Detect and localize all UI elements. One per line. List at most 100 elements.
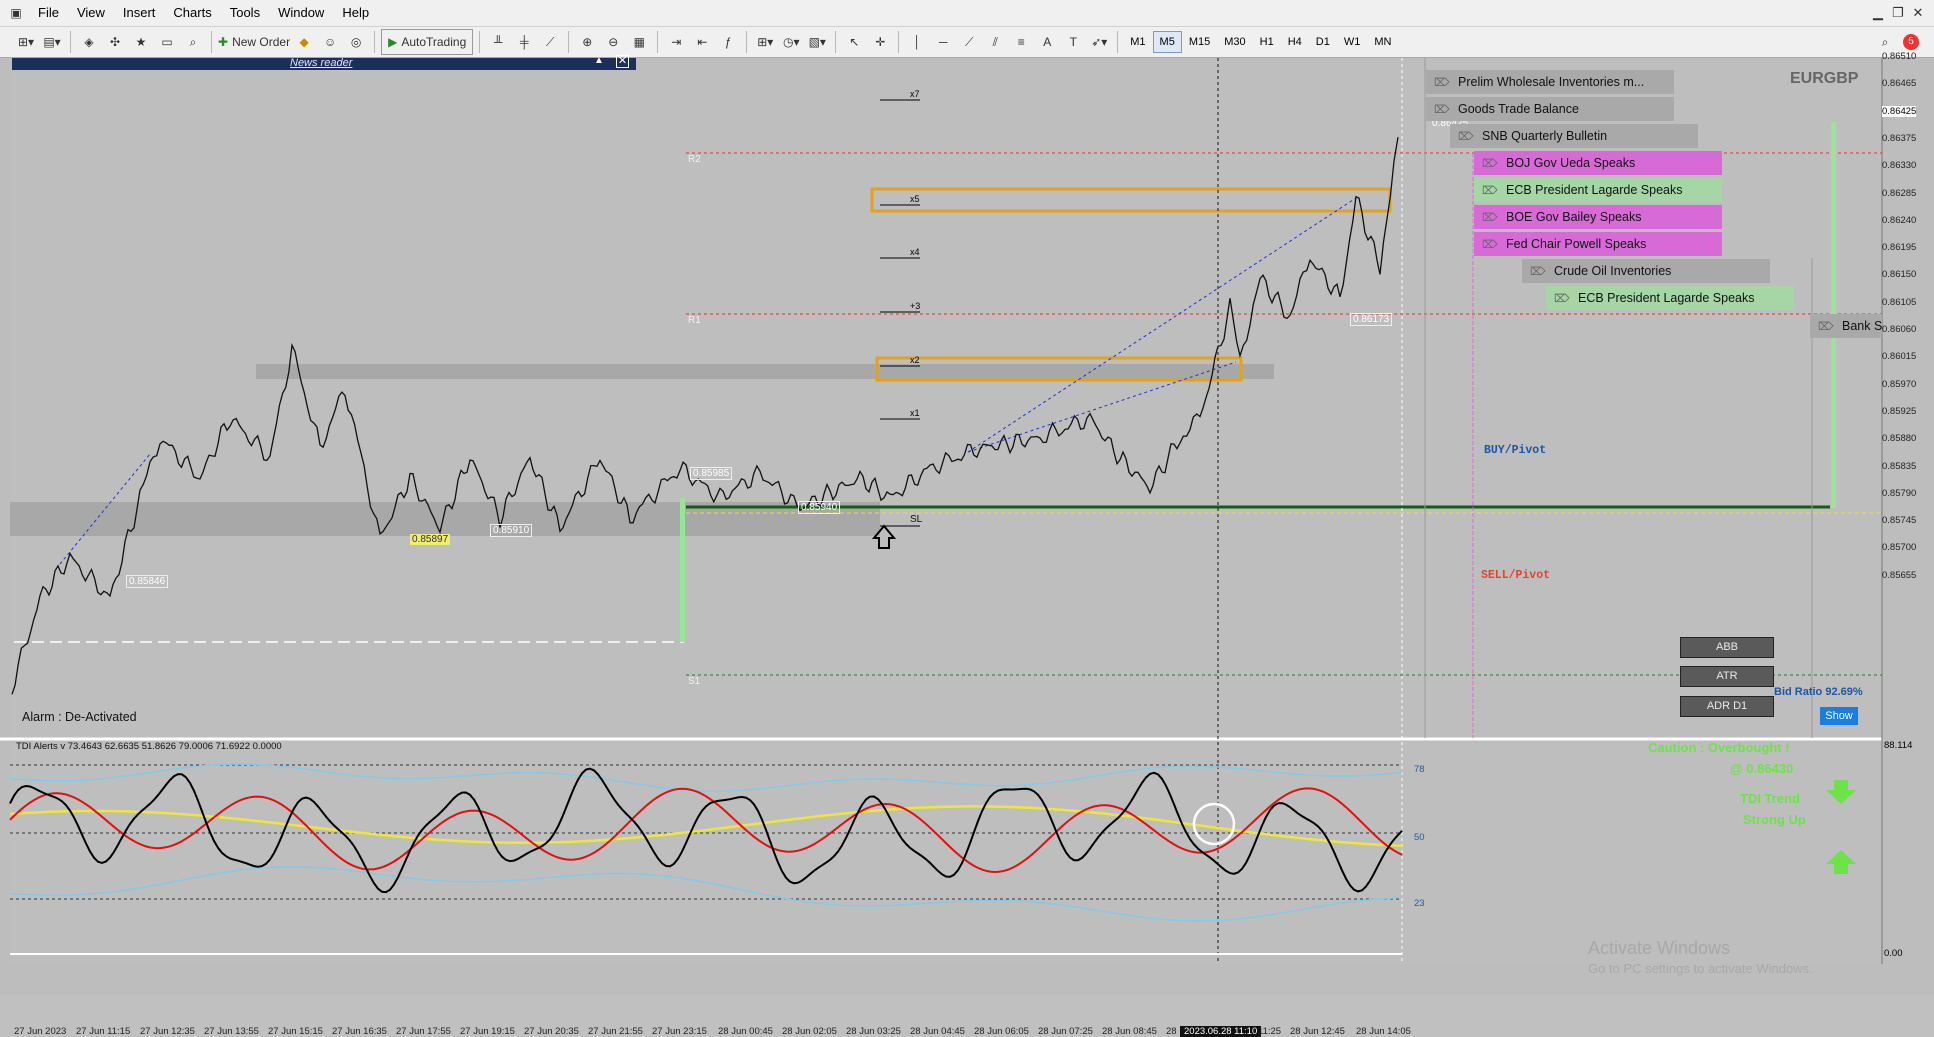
- target-label: x5: [910, 194, 920, 204]
- timeframe-w1[interactable]: W1: [1337, 31, 1368, 53]
- arrows-icon[interactable]: ➶▾: [1087, 30, 1111, 54]
- bar-chart-icon[interactable]: ╨: [486, 30, 510, 54]
- candlestick-icon[interactable]: ╪: [512, 30, 536, 54]
- show-button[interactable]: Show: [1820, 707, 1858, 725]
- r1-label: R1: [688, 315, 701, 326]
- minimize-icon[interactable]: ▁: [1868, 3, 1888, 23]
- event-item[interactable]: ⌦ Prelim Wholesale Inventories m...: [1426, 70, 1674, 94]
- templates-icon[interactable]: ▧▾: [805, 30, 829, 54]
- menu-window[interactable]: Window: [269, 0, 333, 26]
- horizontal-line-icon[interactable]: ─: [931, 30, 955, 54]
- price-axis-label: 0.86060: [1882, 324, 1917, 335]
- event-item[interactable]: ⌦ BOJ Gov Ueda Speaks: [1474, 151, 1722, 175]
- news-icon: ⌦: [1482, 185, 1498, 197]
- cursor-icon[interactable]: ↖: [842, 30, 866, 54]
- metaeditor-icon[interactable]: ◆: [292, 30, 316, 54]
- event-item[interactable]: ⌦ Goods Trade Balance: [1426, 97, 1674, 121]
- sl-label: SL: [910, 514, 923, 525]
- new-chart-icon[interactable]: ⊞▾: [14, 30, 38, 54]
- close-icon[interactable]: ✕: [1908, 3, 1928, 23]
- timeframe-mn[interactable]: MN: [1367, 31, 1398, 53]
- atr-button[interactable]: ATR: [1680, 666, 1774, 687]
- indicator-axis-top: 88.114: [1884, 740, 1913, 751]
- trendline-icon[interactable]: ⟋: [957, 30, 981, 54]
- news-reader-title[interactable]: News reader: [290, 57, 352, 69]
- menu-charts[interactable]: Charts: [164, 0, 220, 26]
- autotrading-label: AutoTrading: [401, 35, 467, 49]
- autoscroll-icon[interactable]: ⇥: [664, 30, 688, 54]
- tester-icon[interactable]: ⌕: [181, 30, 205, 54]
- news-reader-collapse-icon[interactable]: ▲: [594, 55, 604, 66]
- event-item[interactable]: ⌦ BOE Gov Bailey Speaks: [1474, 205, 1722, 229]
- text-tool-icon[interactable]: A: [1035, 30, 1059, 54]
- price-axis-label: 0.86015: [1882, 351, 1917, 363]
- tile-windows-icon[interactable]: ▦: [627, 30, 651, 54]
- event-item[interactable]: ⌦ ECB President Lagarde Speaks: [1546, 286, 1794, 310]
- zoom-in-icon[interactable]: ⊕: [575, 30, 599, 54]
- periods-icon[interactable]: ◷▾: [779, 30, 803, 54]
- menu-insert[interactable]: Insert: [114, 0, 165, 26]
- target-label: +3: [910, 301, 921, 311]
- favorites-icon[interactable]: ★: [129, 30, 153, 54]
- menu-view[interactable]: View: [68, 0, 114, 26]
- text-label-icon[interactable]: T: [1061, 30, 1085, 54]
- price-axis-label: 0.86105: [1882, 296, 1917, 308]
- news-reader-close-icon[interactable]: ✕: [616, 55, 629, 68]
- event-item[interactable]: ⌦ SNB Quarterly Bulletin: [1450, 124, 1698, 148]
- signals-icon[interactable]: ☺: [318, 30, 342, 54]
- chart-window[interactable]: News reader ▲ ✕ EURGBP Alarm : De-Activa…: [0, 51, 1934, 1037]
- news-icon: ⌦: [1482, 212, 1498, 224]
- timeframe-h4[interactable]: H4: [1281, 31, 1309, 53]
- abb-button[interactable]: ABB: [1680, 637, 1774, 658]
- menu-tools[interactable]: Tools: [221, 0, 269, 26]
- timeframe-m1[interactable]: M1: [1123, 31, 1152, 53]
- vps-icon[interactable]: ◎: [344, 30, 368, 54]
- toolbar-separator: [568, 31, 570, 53]
- crosshair-icon[interactable]: ✛: [868, 30, 892, 54]
- navigator-icon[interactable]: ✣: [103, 30, 127, 54]
- terminal-icon[interactable]: ▭: [155, 30, 179, 54]
- price-tag: 0.86173: [1350, 313, 1393, 326]
- timeframe-m15[interactable]: M15: [1182, 31, 1217, 53]
- timeframe-m30[interactable]: M30: [1217, 31, 1252, 53]
- event-label: Crude Oil Inventories: [1554, 264, 1672, 278]
- vertical-line-icon[interactable]: │: [905, 30, 929, 54]
- price-axis-label: 0.86330: [1882, 160, 1917, 172]
- tdi-level-label: 23: [1414, 898, 1425, 909]
- autotrading-button[interactable]: ▶ AutoTrading: [381, 29, 474, 55]
- market-watch-icon[interactable]: ◈: [77, 30, 101, 54]
- r2-label: R2: [688, 154, 701, 165]
- chart-shift-icon[interactable]: ⇤: [690, 30, 714, 54]
- event-item[interactable]: ⌦ Fed Chair Powell Speaks: [1474, 232, 1722, 256]
- target-label: x7: [910, 89, 920, 99]
- event-item[interactable]: ⌦ Crude Oil Inventories: [1522, 259, 1770, 283]
- menu-file[interactable]: File: [29, 0, 68, 26]
- price-tag: 0.85910: [490, 524, 533, 537]
- new-order-button[interactable]: ✚ New Order: [218, 30, 290, 54]
- equidistant-channel-icon[interactable]: ⫽: [983, 30, 1007, 54]
- timeframe-m5[interactable]: M5: [1152, 31, 1182, 53]
- target-label: x2: [910, 355, 920, 365]
- profiles-icon[interactable]: ▤▾: [40, 30, 64, 54]
- tdi-level-label: 78: [1414, 764, 1425, 775]
- price-tag: 0.85985: [690, 467, 733, 480]
- timeframe-h1[interactable]: H1: [1253, 31, 1281, 53]
- buy-pivot-label: BUY/Pivot: [1484, 444, 1547, 457]
- event-item[interactable]: ⌦ ECB President Lagarde Speaks: [1474, 178, 1722, 202]
- time-axis-label: 28 Jun 14:05: [1356, 1026, 1411, 1037]
- fibonacci-icon[interactable]: ≡: [1009, 30, 1033, 54]
- adr-d1-button[interactable]: ADR D1: [1680, 696, 1774, 717]
- add-indicator-icon[interactable]: ⊞▾: [753, 30, 777, 54]
- line-chart-icon[interactable]: ⟋: [538, 30, 562, 54]
- zoom-out-icon[interactable]: ⊖: [601, 30, 625, 54]
- restore-icon[interactable]: ❐: [1888, 3, 1908, 23]
- timeframe-d1[interactable]: D1: [1309, 31, 1337, 53]
- time-axis-label: 28 Jun 12:45: [1290, 1026, 1345, 1037]
- price-axis-label: 0.86375: [1882, 132, 1917, 144]
- event-item[interactable]: ⌦ Bank S: [1810, 314, 1882, 338]
- indicators-icon[interactable]: ƒ: [716, 30, 740, 54]
- toolbar-separator: [374, 31, 376, 53]
- time-axis-label: 27 Jun 11:15: [76, 1026, 131, 1037]
- price-axis-label: 0.85835: [1882, 460, 1917, 472]
- menu-help[interactable]: Help: [333, 0, 378, 26]
